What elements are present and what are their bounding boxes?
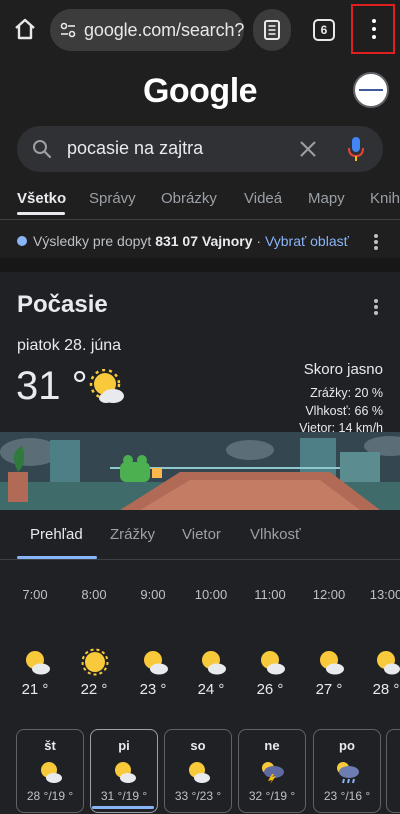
divider xyxy=(0,219,400,220)
tab-videos[interactable]: Videá xyxy=(244,190,282,207)
microphone-icon[interactable] xyxy=(347,136,365,162)
hour-temperature: 28 ° xyxy=(372,681,400,698)
location-dot-icon xyxy=(17,236,27,246)
search-box[interactable]: pocasie na zajtra xyxy=(17,126,383,172)
browser-toolbar: google.com/search? 6 xyxy=(0,0,400,60)
location-place: 831 07 Vajnory xyxy=(155,233,253,249)
avatar-logo-icon xyxy=(359,89,383,91)
partly-sunny-icon xyxy=(185,760,211,784)
home-icon[interactable] xyxy=(10,14,40,44)
hour-temperature: 21 ° xyxy=(21,681,49,698)
browser-menu-button[interactable] xyxy=(351,4,395,54)
partly-sunny-icon xyxy=(197,648,227,676)
thunderstorm-icon xyxy=(259,760,285,784)
current-temperature: 31 ° xyxy=(16,364,88,408)
day-card[interactable]: ne 32 °/19 ° xyxy=(238,729,306,813)
change-area-link[interactable]: Vybrať oblasť xyxy=(265,233,349,249)
address-bar[interactable]: google.com/search? xyxy=(50,9,244,51)
day-card[interactable]: po 23 °/16 ° xyxy=(313,729,381,813)
more-options-icon[interactable] xyxy=(374,234,378,250)
more-vert-icon xyxy=(372,19,376,39)
hour-time: 8:00 xyxy=(81,587,107,602)
hour-time: 10:00 xyxy=(194,587,228,602)
partly-sunny-icon xyxy=(21,648,51,676)
avatar[interactable] xyxy=(353,72,389,108)
tab-precipitation[interactable]: Zrážky xyxy=(110,526,155,543)
day-card[interactable]: so 33 °/23 ° xyxy=(164,729,232,813)
hour-temperature: 26 ° xyxy=(256,681,284,698)
tab-all[interactable]: Všetko xyxy=(17,190,66,207)
weather-date: piatok 28. júna xyxy=(17,337,122,354)
day-temperatures: 33 °/23 ° xyxy=(174,789,222,803)
url-text: google.com/search? xyxy=(84,20,245,40)
day-card-selected[interactable]: pi 31 °/19 ° xyxy=(90,729,158,813)
active-tab-indicator xyxy=(17,212,65,215)
day-temperatures: 28 °/19 ° xyxy=(26,789,74,803)
day-temperatures: 23 °/16 ° xyxy=(323,789,371,803)
hour-time: 9:00 xyxy=(140,587,166,602)
rain-icon xyxy=(334,760,360,784)
divider xyxy=(0,559,400,560)
day-card[interactable]: št 28 °/19 ° xyxy=(16,729,84,813)
hour-time: 7:00 xyxy=(22,587,48,602)
partly-sunny-icon xyxy=(88,368,126,405)
search-input[interactable]: pocasie na zajtra xyxy=(67,138,203,159)
location-prefix: Výsledky pre dopyt xyxy=(33,233,152,249)
location-separator: · xyxy=(252,233,265,249)
day-name: ne xyxy=(264,738,280,753)
partly-sunny-icon xyxy=(315,648,345,676)
partly-sunny-icon xyxy=(139,648,169,676)
location-notice: Výsledky pre dopyt 831 07 Vajnory · Vybr… xyxy=(33,233,349,249)
tab-news[interactable]: Správy xyxy=(89,190,136,207)
google-logo[interactable]: Google xyxy=(0,72,400,111)
tab-overview[interactable]: Prehľad xyxy=(30,526,83,543)
day-card-partial[interactable] xyxy=(386,729,400,813)
weather-title: Počasie xyxy=(17,291,108,318)
partly-sunny-icon xyxy=(111,760,137,784)
hour-time: 11:00 xyxy=(254,587,286,602)
hour-temperature: 24 ° xyxy=(197,681,225,698)
hour-temperature: 27 ° xyxy=(315,681,343,698)
partly-sunny-icon xyxy=(256,648,286,676)
day-name: po xyxy=(339,738,355,753)
clear-icon[interactable] xyxy=(298,139,318,159)
partly-sunny-icon xyxy=(37,760,63,784)
weather-more-options-icon[interactable] xyxy=(374,299,378,315)
hour-time: 13:00 xyxy=(369,587,400,602)
search-icon xyxy=(32,139,52,159)
selected-day-indicator xyxy=(92,806,154,809)
sunny-icon xyxy=(80,648,110,676)
weather-illustration xyxy=(0,432,400,510)
weather-condition: Skoro jasno xyxy=(303,361,383,378)
humidity-value: Vlhkosť: 66 % xyxy=(305,404,383,418)
day-temperatures: 31 °/19 ° xyxy=(100,789,148,803)
day-temperatures: 32 °/19 ° xyxy=(248,789,296,803)
day-name: št xyxy=(44,738,56,753)
tab-images[interactable]: Obrázky xyxy=(161,190,217,207)
tab-humidity[interactable]: Vlhkosť xyxy=(250,526,301,543)
search-filter-tabs: Všetko Správy Obrázky Videá Mapy Knih xyxy=(0,180,400,220)
divider xyxy=(0,258,400,272)
tab-maps[interactable]: Mapy xyxy=(308,190,345,207)
hour-temperature: 23 ° xyxy=(139,681,167,698)
site-settings-icon[interactable] xyxy=(59,21,77,39)
tab-switcher-button[interactable]: 6 xyxy=(313,19,335,41)
tab-wind[interactable]: Vietor xyxy=(182,526,221,543)
partly-sunny-icon xyxy=(372,648,400,676)
hour-time: 12:00 xyxy=(312,587,346,602)
tab-books[interactable]: Knih xyxy=(370,190,400,207)
reader-mode-icon[interactable] xyxy=(253,9,291,51)
day-name: pi xyxy=(118,738,130,753)
precipitation-value: Zrážky: 20 % xyxy=(310,386,383,400)
hour-temperature: 22 ° xyxy=(80,681,108,698)
day-name: so xyxy=(190,738,206,753)
